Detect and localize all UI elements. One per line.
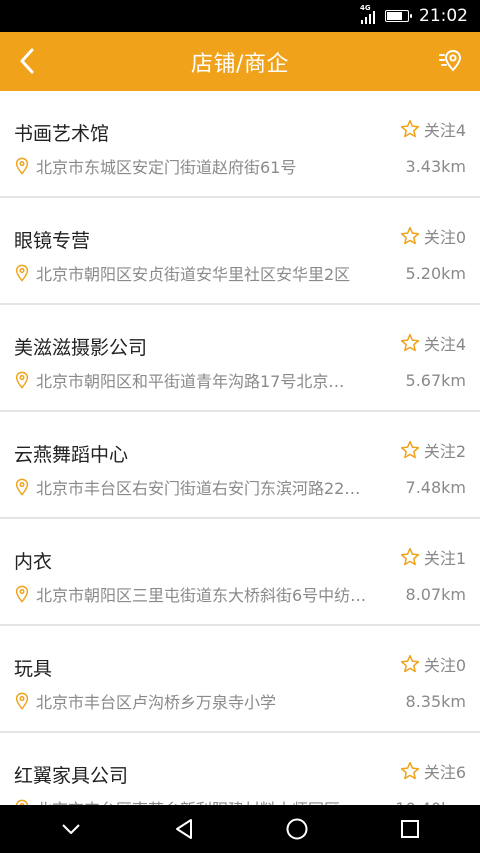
address-row: 北京市朝阳区三里屯街道东大桥斜街6号中纺… 8.07km [14, 582, 466, 606]
status-time: 21:02 [419, 6, 468, 26]
shop-distance: 8.35km [405, 691, 466, 711]
shop-address: 北京市丰台区南苑乡新利阳建材料大师园区 [36, 796, 382, 805]
follow-count: 关注1 [423, 549, 466, 568]
shop-list-item[interactable]: 内衣 关注1 北京市朝阳区三里屯街道东大桥斜街6号中纺… 8.07km [0, 519, 480, 626]
shop-distance: 8.07km [405, 584, 466, 604]
shop-name: 玩具 [14, 658, 53, 680]
star-icon [400, 761, 419, 780]
star-icon [400, 547, 419, 566]
shop-list-item[interactable]: 红翼家具公司 关注6 北京市丰台区南苑乡新利阳建材料大师园区10.40km [0, 733, 480, 805]
shop-name: 书画艺术馆 [14, 123, 110, 145]
shop-address: 北京市丰台区卢沟桥乡万泉寺小学 [36, 693, 277, 712]
shop-distance: 7.48km [405, 477, 466, 497]
follow-count: 关注4 [423, 335, 466, 354]
shop-name: 美滋滋摄影公司 [14, 337, 148, 359]
address-row: 北京市朝阳区和平街道青年沟路17号北京… 5.67km [14, 368, 466, 392]
nav-recents-button[interactable] [386, 805, 434, 853]
back-button[interactable] [10, 44, 44, 78]
star-icon [400, 226, 419, 245]
network-type: 4G [360, 4, 371, 12]
address-row: 北京市丰台区右安门街道右安门东滨河路22… 7.48km [14, 475, 466, 499]
follow-button[interactable]: 关注4 [400, 117, 466, 141]
location-pin-icon [15, 692, 29, 710]
shop-distance: 3.43km [405, 156, 466, 176]
follow-button[interactable]: 关注0 [400, 224, 466, 248]
chevron-left-icon [20, 48, 34, 74]
page-title: 店铺/商企 [191, 51, 289, 77]
nav-collapse-button[interactable] [47, 805, 95, 853]
follow-button[interactable]: 关注0 [400, 652, 466, 676]
shop-address: 北京市朝阳区和平街道青年沟路17号北京… [36, 372, 345, 391]
shop-list-item[interactable]: 云燕舞蹈中心 关注2 北京市丰台区右安门街道右安门东滨河路22… 7.48km [0, 412, 480, 519]
shop-address: 北京市东城区安定门街道赵府街61号 [36, 158, 297, 177]
shop-name: 云燕舞蹈中心 [14, 444, 129, 466]
shop-distance: 5.67km [405, 370, 466, 390]
address-row: 北京市东城区安定门街道赵府街61号 3.43km [14, 154, 466, 178]
nav-back-button[interactable] [160, 805, 208, 853]
shop-list-item[interactable]: 眼镜专营 关注0 北京市朝阳区安贞街道安华里社区安华里2区 5.20km [0, 198, 480, 305]
location-button[interactable] [436, 44, 466, 78]
follow-count: 关注6 [423, 763, 466, 782]
back-triangle-icon [175, 819, 192, 839]
location-pin-icon [15, 157, 29, 175]
home-circle-icon [286, 818, 307, 840]
address-row: 北京市丰台区卢沟桥乡万泉寺小学 8.35km [14, 689, 466, 713]
address-row: 北京市朝阳区安贞街道安华里社区安华里2区 5.20km [14, 261, 466, 285]
shop-distance: 5.20km [405, 263, 466, 283]
location-pin-icon [15, 585, 29, 603]
location-pin-icon [15, 478, 29, 496]
star-icon [400, 333, 419, 352]
follow-count: 关注2 [423, 442, 466, 461]
star-icon [400, 440, 419, 459]
follow-button[interactable]: 关注2 [400, 438, 466, 462]
system-nav-bar [0, 805, 480, 853]
app-header: 店铺/商企 [0, 32, 480, 91]
address-row: 北京市丰台区南苑乡新利阳建材料大师园区10.40km [14, 796, 466, 805]
chevron-down-icon [61, 824, 80, 834]
signal-icon: 4G [360, 4, 375, 24]
shop-address: 北京市朝阳区安贞街道安华里社区安华里2区 [36, 265, 351, 284]
recents-square-icon [400, 820, 419, 838]
shop-name: 内衣 [14, 551, 53, 573]
status-bar: 4G 21:02 [0, 0, 480, 32]
nav-home-button[interactable] [273, 805, 321, 853]
follow-button[interactable]: 关注6 [400, 759, 466, 783]
follow-button[interactable]: 关注1 [400, 545, 466, 569]
shop-list-item[interactable]: 玩具 关注0 北京市丰台区卢沟桥乡万泉寺小学 8.35km [0, 626, 480, 733]
screen: 4G 21:02 店铺/商企 书画艺术馆关注4 北京市东城区安定门街道赵府街61… [0, 0, 480, 853]
shop-list-item[interactable]: 书画艺术馆 关注4 北京市东城区安定门街道赵府街61号 3.43km [0, 91, 480, 198]
battery-icon [385, 10, 412, 22]
shop-address: 北京市丰台区右安门街道右安门东滨河路22… [36, 479, 361, 498]
shop-name: 红翼家具公司 [14, 765, 129, 787]
shop-list[interactable]: 书画艺术馆 关注4 北京市东城区安定门街道赵府街61号 3.43km 眼镜专营 关注0 北京… [0, 91, 480, 805]
shop-name: 眼镜专营 [14, 230, 91, 252]
shop-list-item[interactable]: 美滋滋摄影公司 关注4 北京市朝阳区和平街道青年沟路17号北京… 5.67km [0, 305, 480, 412]
follow-count: 关注0 [423, 228, 466, 247]
location-pin-icon [15, 264, 29, 282]
star-icon [400, 654, 419, 673]
location-pin-icon [439, 49, 462, 72]
follow-count: 关注0 [423, 656, 466, 675]
follow-count: 关注4 [423, 121, 466, 140]
location-pin-icon [15, 371, 29, 389]
shop-address: 北京市朝阳区三里屯街道东大桥斜街6号中纺… [36, 586, 367, 605]
star-icon [400, 119, 419, 138]
follow-button[interactable]: 关注4 [400, 331, 466, 355]
